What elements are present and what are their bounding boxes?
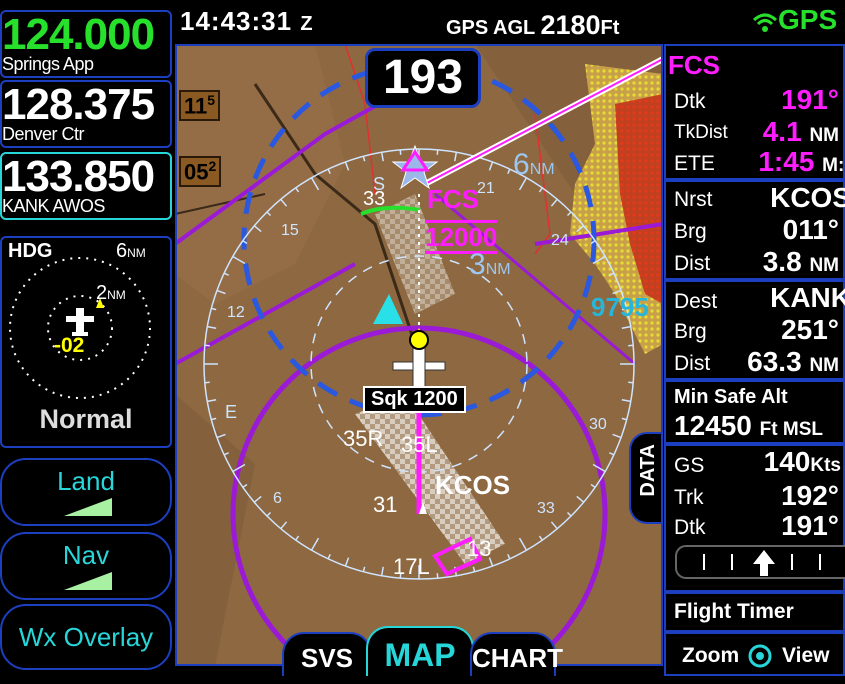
ramp-indicator-icon	[64, 572, 112, 590]
runway-label: 33	[363, 188, 386, 210]
moving-map[interactable]: 193 115 052 FCS 12000 6NM 3NM 9795 S 33 …	[175, 44, 663, 666]
comm-frequency-value: 124.000	[2, 10, 155, 59]
compass-label: 15	[281, 222, 299, 239]
compass-label: 33	[537, 500, 555, 517]
airport-label: KCOS	[435, 470, 511, 500]
waypoint-label: FCS	[427, 184, 479, 214]
comm-frequency-standby[interactable]: 128.375 Denver Ctr	[0, 80, 172, 148]
tab-map[interactable]: MAP	[366, 626, 474, 676]
fcs-waypoint-block[interactable]: FCS Dtk 191° TkDist 4.1 NM ETE 1:45 M:S	[664, 44, 845, 180]
terrain-elevation-label: 9795	[591, 292, 649, 322]
inner-range-label: 3NM	[469, 248, 511, 281]
wx-overlay-button[interactable]: Wx Overlay	[0, 604, 172, 670]
gps-status: GPS	[752, 4, 837, 36]
compass-label: 6	[273, 490, 282, 507]
squawk-code: Sqk 1200	[363, 386, 466, 413]
course-deviation-indicator	[675, 545, 845, 579]
track-heading-box: 193	[365, 48, 481, 108]
outer-range-label: 6NM	[513, 148, 555, 181]
knob-icon	[748, 644, 772, 668]
runway-label: 31	[373, 492, 398, 517]
comm-frequency-value: 128.375	[2, 80, 155, 129]
runway-label: 13	[467, 536, 492, 561]
inset-inner-range: 2NM	[96, 282, 126, 304]
wifi-icon	[752, 13, 778, 32]
nav-button[interactable]: Nav	[0, 532, 172, 600]
compass-label: E	[225, 402, 238, 422]
comm-frequency-label: KANK AWOS	[2, 196, 105, 216]
data-tab[interactable]: DATA	[629, 432, 661, 524]
grid-altitude-tag: 052	[179, 156, 222, 188]
nearest-airport-block[interactable]: Nrst KCOS Brg 011° Dist 3.8 NM	[664, 180, 845, 280]
comm-frequency-active[interactable]: 124.000 Springs App	[0, 10, 172, 78]
comm-frequency-label: Springs App	[2, 54, 94, 74]
compass-label: 21	[477, 180, 495, 197]
inset-hdg-label: HDG	[8, 240, 53, 262]
comm-frequency-value: 133.850	[2, 152, 155, 201]
inset-mode: Normal	[39, 404, 133, 434]
inset-map[interactable]: HDG 6NM 2NM -02 Normal	[0, 236, 172, 448]
utc-time: 14:43:31 Z	[180, 6, 314, 36]
compass-label: 30	[589, 416, 607, 433]
min-safe-alt-block[interactable]: Min Safe Alt 12450 Ft MSL	[664, 380, 845, 444]
runway-label: 35R	[343, 426, 384, 451]
gps-agl-readout: GPS AGL 2180Ft	[446, 10, 620, 40]
tab-svs[interactable]: SVS	[282, 632, 372, 676]
inset-outer-range: 6NM	[116, 240, 146, 262]
grid-altitude-tag: 115	[179, 90, 221, 122]
compass-label: 24	[551, 232, 569, 249]
runway-label: 17L	[393, 554, 430, 579]
zoom-view-control[interactable]: Zoom View	[664, 632, 845, 676]
ramp-indicator-icon	[64, 498, 112, 516]
tab-chart[interactable]: CHART	[470, 632, 563, 676]
land-button[interactable]: Land	[0, 458, 172, 526]
inset-vsi: -02	[54, 334, 85, 357]
destination-block[interactable]: Dest KANK Brg 251° Dist 63.3 NM	[664, 280, 845, 380]
groundspeed-track-block[interactable]: GS 140Kts Trk 192° Dtk 191°	[664, 444, 845, 592]
comm-frequency-label: Denver Ctr	[2, 124, 85, 144]
comm-frequency-awos[interactable]: 133.850 KANK AWOS	[0, 152, 172, 220]
compass-label: 12	[227, 304, 245, 321]
runway-label: 35L	[401, 432, 438, 457]
flight-timer-block[interactable]: Flight Timer	[664, 592, 845, 632]
